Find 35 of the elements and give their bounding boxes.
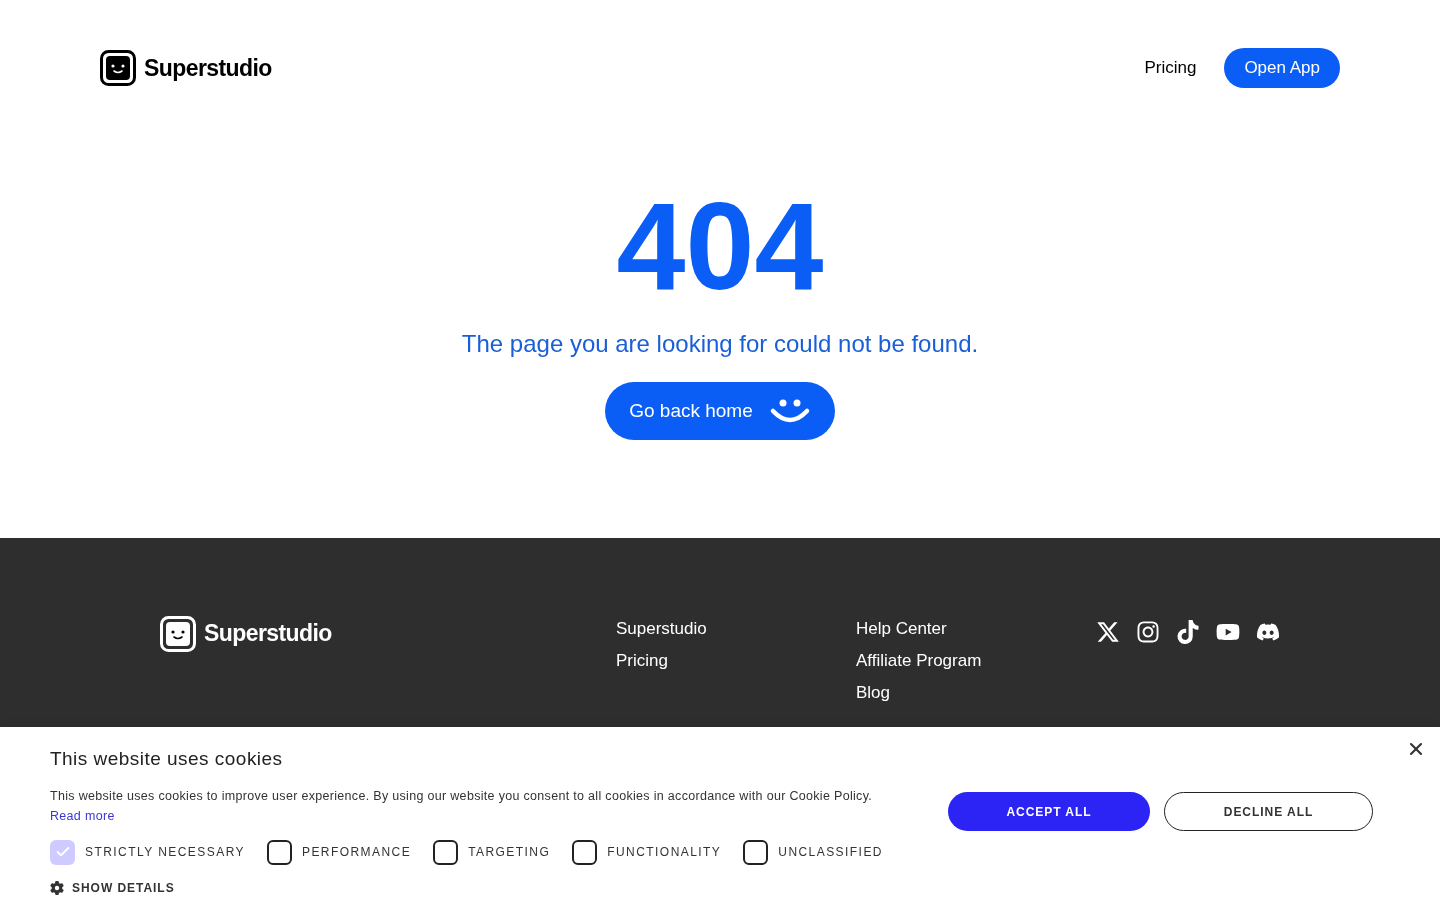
smiley-logo-icon [160, 616, 196, 652]
checkbox-label: FUNCTIONALITY [607, 844, 722, 861]
checkbox-label: STRICTLY NECESSARY [85, 844, 245, 861]
checkbox-label: PERFORMANCE [301, 844, 412, 861]
brand-name[interactable]: Superstudio [144, 50, 272, 86]
footer-link[interactable]: Affiliate Program [856, 650, 1096, 672]
brand-name[interactable]: Superstudio [204, 616, 332, 651]
accept-all-button[interactable]: ACCEPT ALL [948, 792, 1150, 831]
cookie-title: This website uses cookies [50, 747, 284, 771]
footer-link[interactable]: Pricing [616, 650, 856, 672]
camera-icon[interactable] [1136, 620, 1160, 644]
go-home-button[interactable]: Go back home [605, 382, 835, 440]
settings-icon [50, 880, 64, 895]
checkbox[interactable] [743, 839, 769, 865]
smiley-logo-icon [100, 50, 136, 86]
checkbox[interactable] [50, 839, 75, 865]
open-app-button[interactable]: Open App [1224, 48, 1340, 88]
checkbox[interactable] [433, 839, 459, 865]
footer-link[interactable]: Help Center [856, 618, 1096, 640]
error-message: The page you are looking for could not be found. [461, 329, 979, 359]
nav-link[interactable]: Pricing [1144, 55, 1197, 81]
cookie-text: This website uses cookies to improve user experience. By using our website you consent to all cookies in accordance with our Cookie Policy. Read more [50, 787, 874, 825]
music-note-icon[interactable] [1176, 620, 1200, 644]
footer-link[interactable]: Blog [856, 682, 1096, 704]
x-icon[interactable] [1096, 620, 1120, 644]
checkbox-label: UNCLASSIFIED [778, 844, 883, 861]
read-more-link[interactable]: Read more [50, 808, 115, 823]
checkbox-label: TARGETING [468, 844, 551, 861]
footer-link[interactable]: Superstudio [616, 618, 856, 640]
smiley-icon [768, 397, 811, 425]
checkbox[interactable] [266, 839, 292, 865]
error-code: 404 [616, 186, 824, 306]
checkbox[interactable] [572, 839, 598, 865]
show-details-button[interactable]: SHOW DETAILS [50, 878, 175, 897]
decline-all-button[interactable]: DECLINE ALL [1164, 792, 1373, 831]
